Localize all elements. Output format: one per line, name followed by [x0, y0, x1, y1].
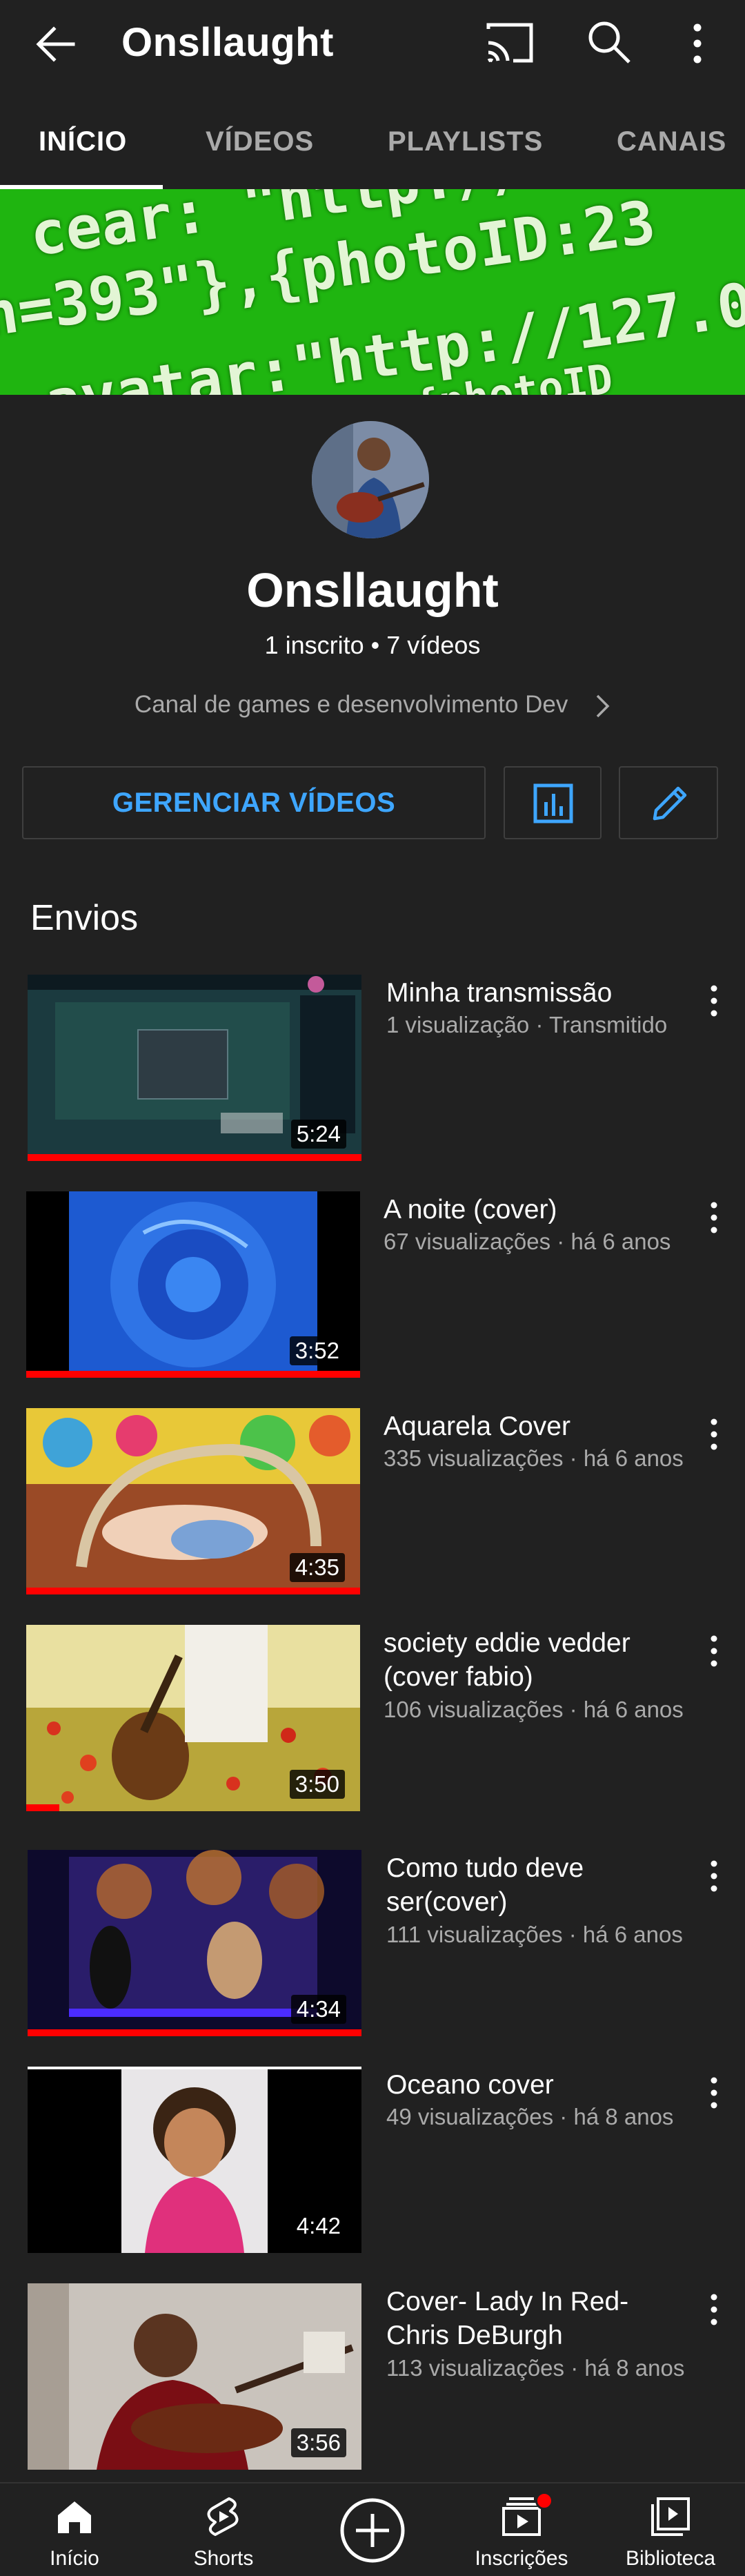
channel-description[interactable]: Canal de games e desenvolvimento Dev — [0, 691, 745, 719]
cast-icon[interactable] — [486, 21, 534, 65]
video-item[interactable]: 4:42 Oceano cover 49 visualizações · há … — [0, 2067, 745, 2274]
video-title: Oceano cover — [386, 2070, 554, 2100]
channel-title: Onsllaught — [121, 20, 334, 65]
video-menu-icon[interactable] — [704, 2074, 724, 2115]
analytics-icon — [533, 783, 573, 823]
video-item[interactable]: 3:52 A noite (cover) 67 visualizações · … — [0, 1191, 745, 1398]
video-title: society eddie vedder (cover fabio) — [384, 1628, 630, 1692]
edit-channel-button[interactable] — [619, 766, 718, 839]
video-item[interactable]: 5:24 Minha transmissão 1 visualização · … — [0, 975, 745, 1182]
video-menu-icon[interactable] — [704, 2290, 724, 2332]
nav-label: Inscrições — [475, 2547, 568, 2570]
nav-label: Biblioteca — [625, 2547, 716, 2570]
video-duration: 4:35 — [289, 1553, 345, 1582]
video-duration: 4:42 — [290, 2212, 346, 2241]
video-menu-icon[interactable] — [704, 1857, 724, 1898]
back-arrow-icon[interactable] — [33, 22, 77, 66]
video-title: Como tudo deve ser(cover) — [386, 1853, 584, 1917]
video-meta: 113 visualizações · há 8 anos — [386, 2355, 685, 2381]
video-menu-icon[interactable] — [704, 1632, 724, 1673]
video-thumbnail[interactable]: 4:34 — [28, 1850, 361, 2036]
app-bar: Onsllaught — [0, 0, 745, 84]
video-item[interactable]: 3:50 society eddie vedder (cover fabio) … — [0, 1625, 745, 1832]
video-menu-icon[interactable] — [704, 1415, 724, 1456]
video-meta: 335 visualizações · há 6 anos — [384, 1445, 684, 1471]
nav-label: Início — [50, 2547, 99, 2570]
create-icon — [340, 2498, 405, 2563]
video-thumbnail[interactable]: 3:50 — [26, 1625, 360, 1811]
nav-create[interactable] — [298, 2484, 447, 2576]
home-icon — [58, 2501, 91, 2533]
video-thumbnail[interactable]: 4:42 — [28, 2067, 361, 2253]
watch-progress-bar — [28, 1154, 361, 1161]
channel-tabs: INÍCIO VÍDEOS PLAYLISTS CANAIS — [0, 104, 745, 189]
video-menu-icon[interactable] — [704, 1198, 724, 1240]
nav-label: Shorts — [193, 2547, 254, 2570]
video-title: A noite (cover) — [384, 1195, 557, 1224]
nav-home[interactable]: Início — [0, 2484, 149, 2576]
video-title: Minha transmissão — [386, 978, 613, 1008]
video-thumbnail[interactable]: 5:24 — [28, 975, 361, 1161]
watch-progress-bar — [28, 2029, 361, 2036]
video-duration: 3:56 — [290, 2428, 346, 2457]
video-meta: 111 visualizações · há 6 anos — [386, 1922, 683, 1947]
tab-playlists[interactable]: PLAYLISTS — [388, 104, 543, 189]
nav-subscriptions[interactable]: Inscrições — [447, 2484, 596, 2576]
channel-name: Onsllaught — [246, 563, 499, 617]
video-duration: 4:34 — [290, 1995, 346, 2024]
tab-inicio[interactable]: INÍCIO — [39, 104, 127, 189]
video-item[interactable]: 4:35 Aquarela Cover 335 visualizações · … — [0, 1408, 745, 1615]
video-meta: 1 visualização · Transmitido — [386, 1012, 668, 1037]
video-item[interactable]: 4:34 Como tudo deve ser(cover) 111 visua… — [0, 1850, 745, 2057]
video-meta: 67 visualizações · há 6 anos — [384, 1229, 671, 1254]
video-item[interactable]: 3:56 Cover- Lady In Red- Chris DeBurgh 1… — [0, 2283, 745, 2490]
pencil-icon — [653, 786, 687, 821]
channel-description-text: Canal de games e desenvolvimento Dev — [134, 691, 568, 718]
bottom-navigation: Início Shorts Inscrições Biblioteca — [0, 2482, 745, 2576]
video-duration: 3:50 — [289, 1770, 345, 1799]
manage-videos-button[interactable]: GERENCIAR VÍDEOS — [22, 766, 486, 839]
notification-dot — [535, 2492, 553, 2510]
channel-banner: cear: "http://12 h=393"},{photoID:23 ava… — [0, 189, 745, 395]
video-title: Cover- Lady In Red- Chris DeBurgh — [386, 2287, 629, 2350]
watch-progress-bar — [26, 1804, 60, 1811]
video-title: Aquarela Cover — [384, 1412, 570, 1441]
nav-shorts[interactable]: Shorts — [149, 2484, 298, 2576]
video-thumbnail[interactable]: 4:35 — [26, 1408, 360, 1594]
watch-progress-bar — [26, 1371, 360, 1378]
more-options-icon[interactable] — [686, 19, 709, 68]
shorts-icon — [207, 2497, 239, 2536]
channel-stats: 1 inscrito • 7 vídeos — [264, 631, 481, 659]
search-icon[interactable] — [586, 19, 632, 65]
channel-avatar[interactable] — [312, 421, 429, 538]
video-duration: 5:24 — [290, 1120, 346, 1149]
analytics-button[interactable] — [504, 766, 602, 839]
video-meta: 106 visualizações · há 6 anos — [384, 1697, 684, 1722]
tab-videos[interactable]: VÍDEOS — [206, 104, 314, 189]
chevron-right-icon — [596, 694, 610, 717]
video-thumbnail[interactable]: 3:52 — [26, 1191, 360, 1378]
video-menu-icon[interactable] — [704, 982, 724, 1023]
video-duration: 3:52 — [289, 1336, 345, 1365]
watch-progress-bar — [26, 1588, 360, 1594]
video-meta: 49 visualizações · há 8 anos — [386, 2104, 674, 2129]
video-thumbnail[interactable]: 3:56 — [28, 2283, 361, 2470]
uploads-section-title: Envios — [30, 898, 139, 938]
tab-canais[interactable]: CANAIS — [617, 104, 726, 189]
library-icon — [651, 2497, 690, 2536]
nav-library[interactable]: Biblioteca — [596, 2484, 745, 2576]
